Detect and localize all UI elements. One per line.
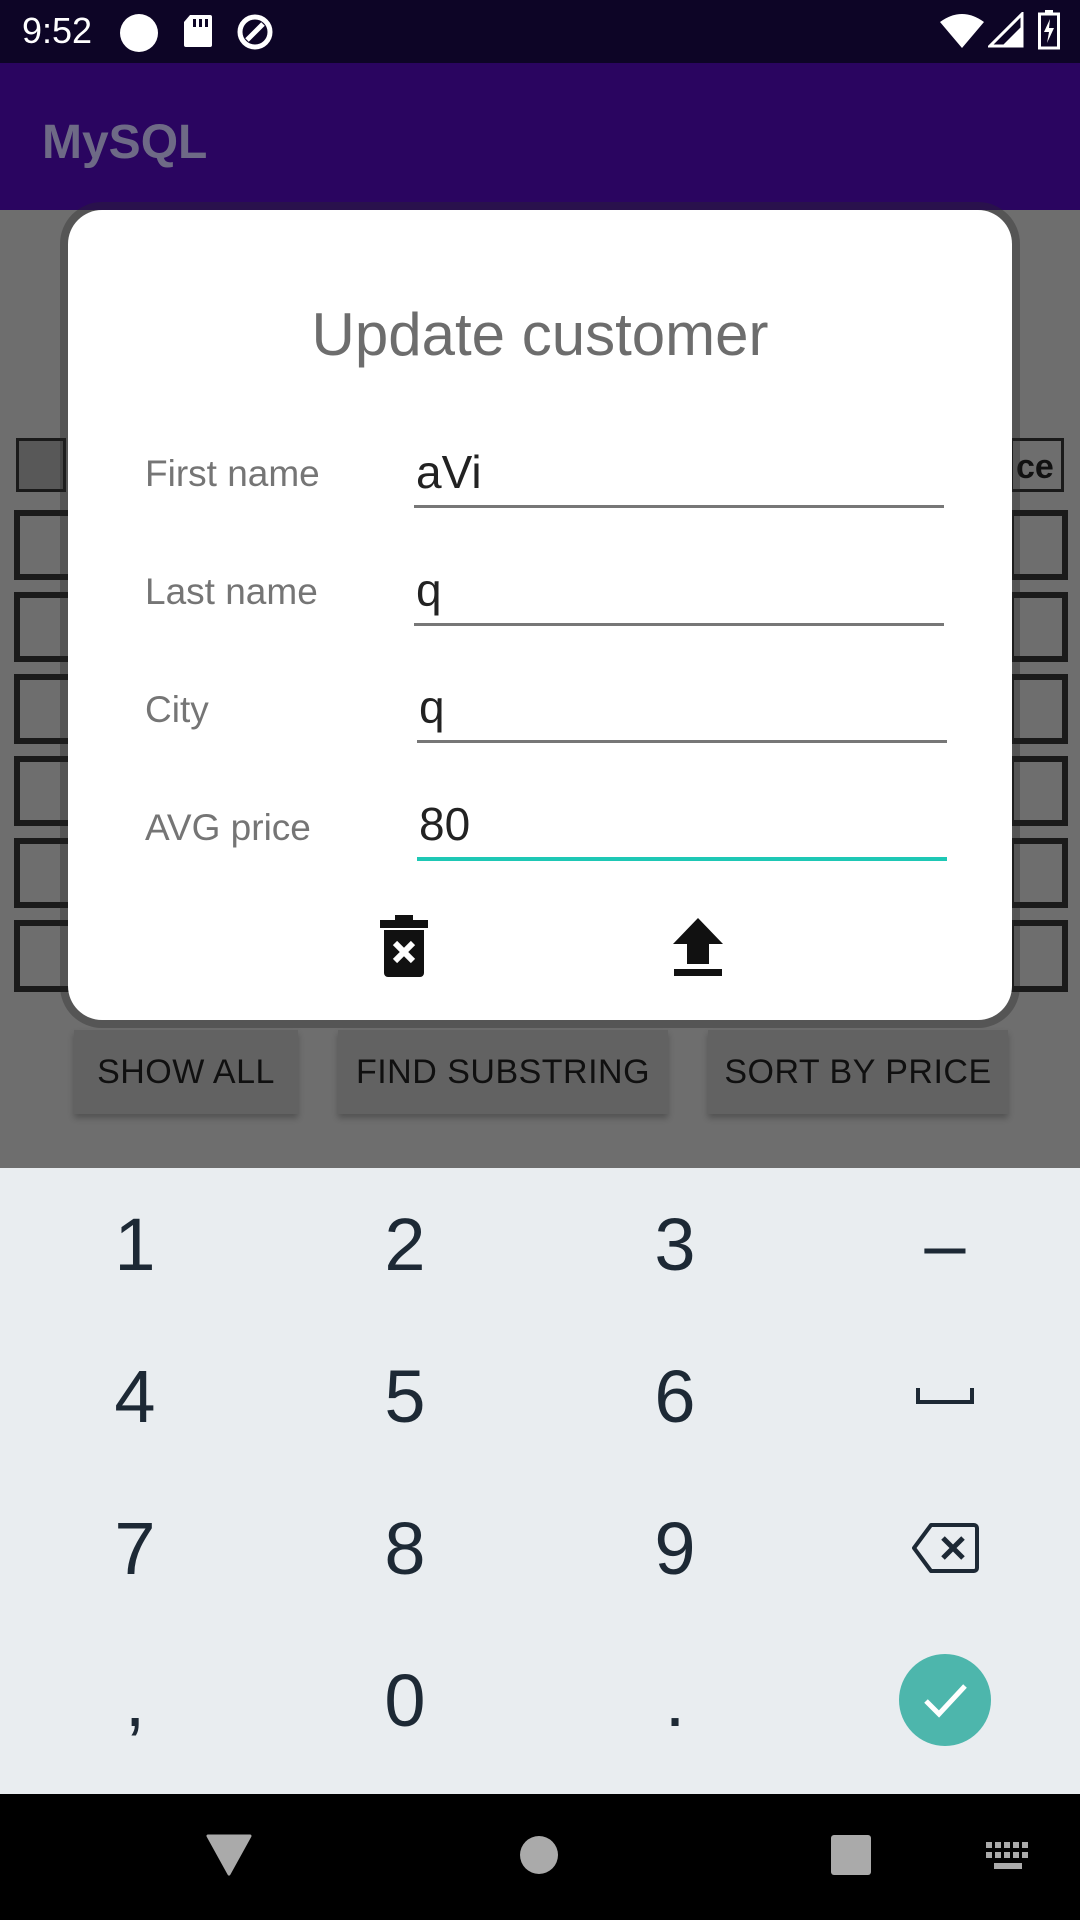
space-icon [916, 1388, 974, 1404]
home-icon[interactable] [518, 1834, 560, 1876]
backspace-icon [912, 1523, 979, 1573]
upload-icon[interactable] [673, 918, 723, 976]
table-row[interactable] [14, 838, 74, 908]
navigation-bar [0, 1794, 1080, 1920]
key-enter[interactable] [810, 1624, 1080, 1776]
find-substring-button[interactable]: FIND SUBSTRING [338, 1030, 668, 1114]
table-row[interactable] [14, 674, 74, 744]
avg-price-label: AVG price [145, 807, 311, 848]
table-row[interactable] [1008, 674, 1068, 744]
table-row[interactable] [14, 592, 74, 662]
show-all-button[interactable]: SHOW ALL [74, 1030, 298, 1114]
numeric-keyboard: 1 2 3 – 4 5 6 7 8 9 , 0 . [0, 1168, 1080, 1794]
back-icon[interactable] [206, 1834, 252, 1876]
table-row[interactable] [1008, 756, 1068, 826]
app-bar: MySQL [0, 63, 1080, 210]
keyboard-icon[interactable] [986, 1842, 1030, 1872]
table-row[interactable] [14, 756, 74, 826]
recents-icon[interactable] [830, 1834, 872, 1876]
key-8[interactable]: 8 [270, 1472, 540, 1624]
city-label: City [145, 689, 209, 730]
update-customer-dialog: Update customer First name Last name Cit… [68, 210, 1012, 1020]
dialog-title: Update customer [311, 301, 769, 368]
key-6[interactable]: 6 [540, 1320, 810, 1472]
delete-icon[interactable] [380, 915, 428, 977]
key-3[interactable]: 3 [540, 1168, 810, 1320]
data-saver-icon [237, 14, 273, 50]
table-row[interactable] [1008, 920, 1068, 992]
circle-icon [120, 14, 158, 52]
key-9[interactable]: 9 [540, 1472, 810, 1624]
signal-icon [988, 12, 1024, 48]
check-icon [924, 1684, 967, 1718]
key-2[interactable]: 2 [270, 1168, 540, 1320]
status-time: 9:52 [22, 10, 93, 51]
table-row[interactable] [1008, 592, 1068, 662]
last-name-field[interactable] [414, 556, 944, 626]
app-title: MySQL [42, 116, 208, 169]
city-field[interactable] [417, 673, 947, 743]
table-header-text: ce [1016, 448, 1054, 486]
table-row[interactable] [1008, 838, 1068, 908]
key-period[interactable]: . [540, 1624, 810, 1776]
first-name-label: First name [145, 453, 320, 494]
first-name-field[interactable] [414, 438, 944, 508]
key-minus[interactable]: – [810, 1168, 1080, 1320]
table-row[interactable] [1008, 510, 1068, 580]
key-0[interactable]: 0 [270, 1624, 540, 1776]
wifi-icon [940, 14, 984, 48]
key-1[interactable]: 1 [0, 1168, 270, 1320]
key-5[interactable]: 5 [270, 1320, 540, 1472]
table-header-cell [16, 438, 66, 492]
key-backspace[interactable] [810, 1472, 1080, 1624]
key-space[interactable] [810, 1320, 1080, 1472]
table-row[interactable] [14, 510, 74, 580]
key-comma[interactable]: , [0, 1624, 270, 1776]
sort-by-price-button[interactable]: SORT BY PRICE [708, 1030, 1008, 1114]
avg-price-field[interactable] [417, 791, 947, 861]
enter-button[interactable] [899, 1654, 991, 1746]
sd-card-icon [184, 15, 212, 47]
last-name-label: Last name [145, 571, 318, 612]
battery-charging-icon [1038, 10, 1060, 50]
table-row[interactable] [14, 920, 74, 992]
status-bar: 9:52 [0, 0, 1080, 63]
key-4[interactable]: 4 [0, 1320, 270, 1472]
key-7[interactable]: 7 [0, 1472, 270, 1624]
